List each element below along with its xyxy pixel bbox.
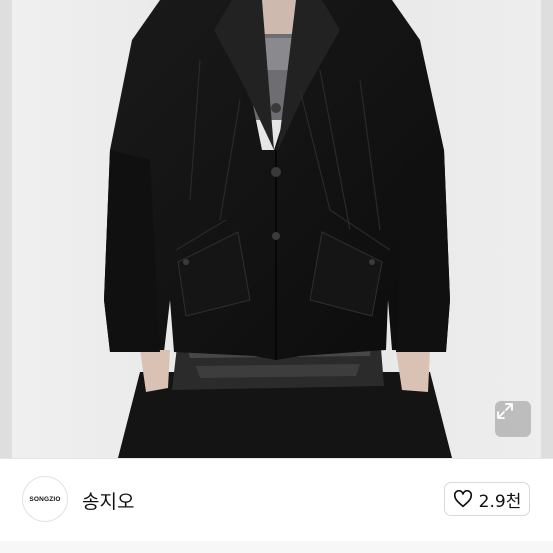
brand-name[interactable]: 송지오 <box>82 487 134 514</box>
brand-row[interactable]: SONGZIO 송지오 2.9천 <box>0 459 553 541</box>
bottom-edge <box>0 541 553 553</box>
jacket-photo <box>0 0 553 458</box>
like-button[interactable]: 2.9천 <box>444 482 530 516</box>
expand-arrows-icon <box>497 403 513 419</box>
expand-image-button[interactable] <box>495 401 531 437</box>
heart-outline-icon <box>453 490 472 508</box>
brand-logo-text: SONGZIO <box>29 495 61 503</box>
brand-logo[interactable]: SONGZIO <box>22 476 68 522</box>
product-image[interactable] <box>0 0 553 458</box>
like-count: 2.9천 <box>478 491 522 512</box>
